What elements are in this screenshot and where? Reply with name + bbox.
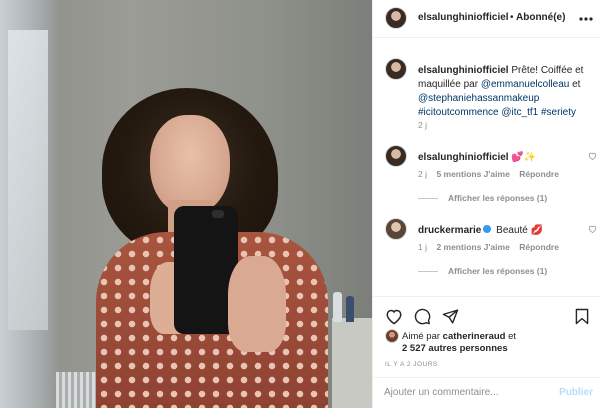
view-replies-label[interactable]: Afficher les réponses (1) bbox=[448, 193, 547, 203]
verified-badge-icon bbox=[483, 225, 492, 234]
comment-input[interactable] bbox=[384, 387, 534, 398]
comment-body: Beauté bbox=[496, 225, 528, 236]
instagram-post: elsalunghiniofficiel • Abonné(e) elsalun… bbox=[0, 0, 600, 408]
reply-button[interactable]: Répondre bbox=[519, 169, 559, 179]
liked-by-text: Aimé par catherineraud et bbox=[402, 331, 516, 342]
post-header: elsalunghiniofficiel • Abonné(e) bbox=[373, 0, 600, 38]
likes-count[interactable]: 2 527 autres personnes bbox=[402, 343, 508, 354]
view-replies[interactable]: Afficher les réponses (1) bbox=[418, 193, 547, 203]
avatar[interactable] bbox=[385, 218, 407, 240]
comment-age[interactable]: 1 j bbox=[418, 242, 427, 252]
divider-line bbox=[418, 197, 438, 199]
comment-like-icon[interactable] bbox=[588, 225, 597, 235]
comment-like-icon[interactable] bbox=[588, 152, 597, 162]
mention-link[interactable]: @emmanuelcolleau bbox=[481, 79, 570, 90]
more-horizontal-icon[interactable] bbox=[579, 8, 593, 24]
comment-meta: 2 j 5 mentions J'aime Répondre bbox=[418, 169, 559, 179]
comment-emoji: 💕✨ bbox=[511, 152, 537, 163]
caption-username[interactable]: elsalunghiniofficiel bbox=[418, 65, 509, 76]
table bbox=[332, 318, 372, 408]
comment-text: druckermarie Beauté 💋 bbox=[418, 224, 593, 238]
comment-likes[interactable]: 5 mentions J'aime bbox=[436, 169, 509, 179]
comment-age[interactable]: 2 j bbox=[418, 169, 427, 179]
comment-icon[interactable] bbox=[411, 305, 433, 327]
reply-button[interactable]: Répondre bbox=[519, 242, 559, 252]
post-comment-button[interactable]: Publier bbox=[559, 387, 593, 398]
heart-icon[interactable] bbox=[383, 305, 405, 327]
window bbox=[8, 30, 48, 330]
caption-text-mid: et bbox=[569, 79, 581, 90]
right-hand bbox=[228, 256, 286, 352]
comment-username[interactable]: elsalunghiniofficiel bbox=[418, 152, 509, 163]
bottle bbox=[333, 292, 342, 322]
header-username[interactable]: elsalunghiniofficiel bbox=[418, 12, 509, 23]
comment-username[interactable]: druckermarie bbox=[418, 225, 481, 236]
divider-line bbox=[418, 270, 438, 272]
avatar[interactable] bbox=[385, 7, 407, 29]
avatar[interactable] bbox=[385, 329, 399, 343]
comment-text: elsalunghiniofficiel 💕✨ bbox=[418, 151, 593, 165]
comment-emoji: 💋 bbox=[530, 225, 544, 236]
liked-by-user[interactable]: catherineraud bbox=[443, 331, 506, 342]
radiator bbox=[56, 372, 100, 408]
post-photo[interactable] bbox=[0, 0, 372, 408]
post-time-ago[interactable]: IL Y A 2 JOURS bbox=[385, 361, 438, 368]
phone-camera bbox=[212, 210, 224, 218]
mention-link[interactable]: @stephaniehassanmakeup bbox=[418, 93, 539, 104]
bookmark-icon[interactable] bbox=[571, 305, 593, 327]
avatar[interactable] bbox=[385, 58, 407, 80]
caption-text: elsalunghiniofficiel Prête! Coiffée et m… bbox=[418, 64, 593, 120]
bottle bbox=[346, 296, 354, 322]
hashtag-link[interactable]: #icitoutcommence bbox=[418, 107, 499, 118]
follow-status-button[interactable]: Abonné(e) bbox=[516, 12, 565, 23]
paper-plane-icon[interactable] bbox=[439, 305, 461, 327]
mention-link[interactable]: @itc_tf1 bbox=[501, 107, 538, 118]
avatar[interactable] bbox=[385, 145, 407, 167]
separator-dot: • bbox=[510, 12, 514, 23]
comments-list: elsalunghiniofficiel Prête! Coiffée et m… bbox=[373, 38, 600, 296]
post-side-panel: elsalunghiniofficiel • Abonné(e) elsalun… bbox=[372, 0, 600, 408]
hashtag-link[interactable]: #seriety bbox=[541, 107, 576, 118]
view-replies-label[interactable]: Afficher les réponses (1) bbox=[448, 266, 547, 276]
post-actions: Aimé par catherineraud et 2 527 autres p… bbox=[373, 296, 600, 408]
view-replies[interactable]: Afficher les réponses (1) bbox=[418, 266, 547, 276]
caption-age[interactable]: 2 j bbox=[418, 120, 427, 130]
liked-by-suffix: et bbox=[505, 331, 517, 342]
liked-by-prefix: Aimé par bbox=[402, 331, 443, 342]
comment-likes[interactable]: 2 mentions J'aime bbox=[436, 242, 509, 252]
add-comment-bar: Publier bbox=[373, 377, 600, 408]
comment-meta: 1 j 2 mentions J'aime Répondre bbox=[418, 242, 559, 252]
